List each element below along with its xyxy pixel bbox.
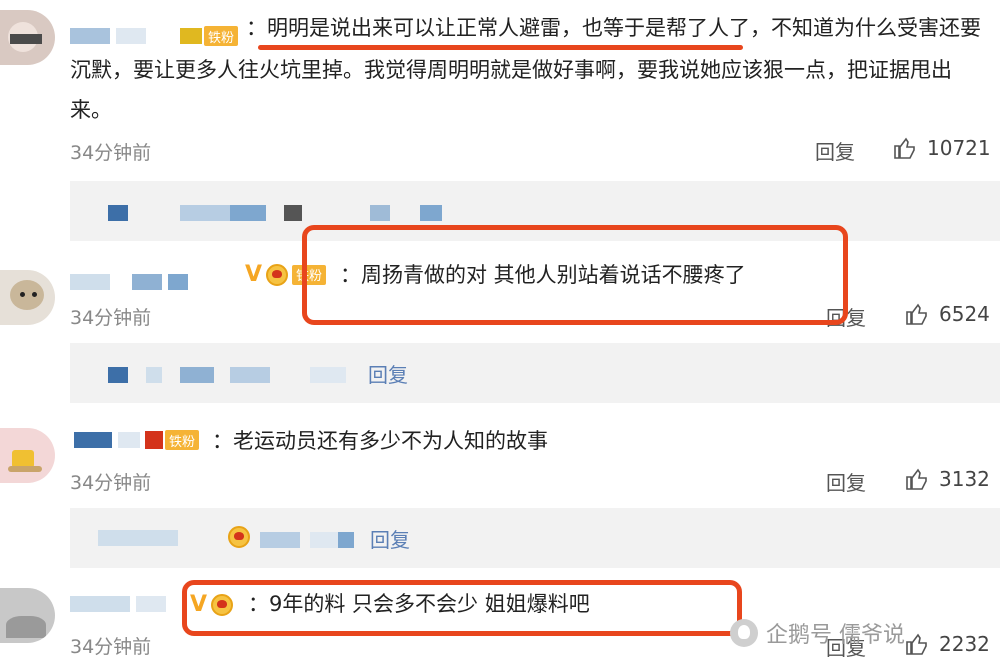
verified-icon: V — [245, 262, 263, 287]
penguin-icon — [730, 619, 758, 647]
comment-text: ：老运动员还有多少不为人知的故事 — [212, 429, 548, 453]
timestamp: 34分钟前 — [70, 307, 152, 329]
sub-reply-link[interactable]: 回复 — [370, 524, 410, 553]
thumbs-up-icon — [905, 467, 929, 491]
thumbs-up-icon — [893, 136, 917, 160]
like-count: 6524 — [939, 302, 990, 326]
thumbs-up-icon — [905, 302, 929, 326]
like-button[interactable]: 10721 — [893, 136, 991, 160]
reply-button[interactable]: 回复 — [815, 136, 855, 165]
highlight-box — [182, 580, 742, 636]
reply-button[interactable]: 回复 — [826, 467, 866, 496]
avatar[interactable] — [0, 270, 55, 325]
watermark-text: 企鹅号 儒爷说 — [766, 623, 905, 648]
comment-text-line: 明明是说出来可以让正常人避雷，也等于是帮了人了，不知道为什么受害还要 — [267, 16, 981, 40]
sub-reply-box[interactable]: 回复 — [70, 343, 1000, 403]
fan-badge: 铁粉 — [204, 26, 239, 46]
timestamp: 34分钟前 — [70, 636, 152, 658]
username[interactable] — [70, 26, 146, 46]
like-count: 10721 — [927, 136, 991, 160]
timestamp: 34分钟前 — [70, 472, 152, 494]
avatar[interactable] — [0, 10, 55, 65]
username[interactable] — [70, 272, 188, 292]
crown-icon — [266, 263, 289, 286]
comment-text: ：明明是说出来可以让正常人避雷，也等于是帮了人了，不知道为什么受害还要 — [246, 16, 981, 40]
watermark: 企鹅号 儒爷说 — [730, 617, 905, 649]
fan-level-icon — [145, 431, 163, 449]
fan-badge: 铁粉 — [165, 430, 200, 450]
sub-reply-box[interactable]: 回复 — [70, 508, 1000, 568]
avatar[interactable] — [0, 588, 55, 643]
comment-text: 沉默，要让更多人往火坑里掉。我觉得周明明就是做好事啊，要我说她应该狠一点，把证据… — [70, 58, 952, 82]
thumbs-up-icon — [905, 632, 929, 656]
highlight-underline — [258, 45, 743, 50]
highlight-box — [302, 225, 848, 325]
crown-icon — [228, 526, 250, 548]
username[interactable] — [74, 430, 140, 450]
fan-level-icon — [180, 28, 202, 44]
sub-reply-link[interactable]: 回复 — [368, 359, 408, 388]
like-button[interactable]: 3132 — [905, 467, 990, 491]
like-count: 3132 — [939, 467, 990, 491]
avatar[interactable] — [0, 428, 55, 483]
timestamp: 34分钟前 — [70, 142, 152, 164]
like-count: 2232 — [939, 632, 990, 656]
comment-text-line: 老运动员还有多少不为人知的故事 — [233, 429, 548, 453]
like-button[interactable]: 6524 — [905, 302, 990, 326]
like-button[interactable]: 2232 — [905, 632, 990, 656]
username[interactable] — [70, 594, 166, 614]
comment-text: 来。 — [70, 98, 112, 122]
